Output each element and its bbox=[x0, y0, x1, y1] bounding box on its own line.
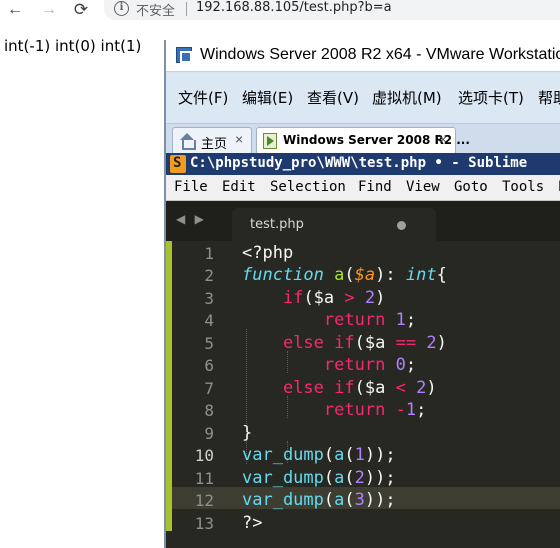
vmware-window: Windows Server 2008 R2 x64 - VMware Work… bbox=[164, 40, 560, 548]
menu-help[interactable]: 帮助 bbox=[538, 87, 560, 108]
tab-home[interactable]: 主页 × bbox=[172, 127, 252, 154]
tab-scroll-arrows[interactable]: ◀ ▶ bbox=[176, 212, 207, 226]
security-label[interactable]: 不安全 bbox=[136, 0, 175, 19]
smenu-edit[interactable]: Edit bbox=[222, 179, 256, 195]
code-line[interactable]: var_dump(a(1)); bbox=[242, 445, 396, 465]
code-line[interactable]: var_dump(a(3)); bbox=[242, 490, 396, 510]
smenu-view[interactable]: View bbox=[406, 179, 440, 195]
smenu-tools[interactable]: Tools bbox=[502, 179, 544, 195]
line-number: 6 bbox=[204, 356, 214, 375]
code-line[interactable]: } bbox=[242, 423, 252, 443]
code-line[interactable]: else if($a == 2) bbox=[242, 333, 447, 353]
menu-vm[interactable]: 虚拟机(M) bbox=[372, 87, 442, 108]
line-number: 12 bbox=[194, 491, 214, 510]
tab-windows-server[interactable]: Windows Server 2008 R2 ... × bbox=[256, 127, 470, 154]
code-line[interactable]: if($a > 2) bbox=[242, 288, 385, 308]
code-line[interactable]: function a($a): int{ bbox=[242, 265, 447, 285]
home-icon bbox=[179, 133, 196, 150]
unsaved-dot-icon[interactable] bbox=[397, 221, 406, 230]
menu-view[interactable]: 查看(V) bbox=[307, 87, 359, 108]
menu-file[interactable]: 文件(F) bbox=[178, 87, 228, 108]
line-number: 1 bbox=[204, 244, 214, 263]
sublime-title-bar[interactable]: C:\phpstudy_pro\WWW\test.php • - Sublime bbox=[166, 153, 560, 175]
smenu-selection[interactable]: Selection bbox=[270, 179, 346, 195]
modified-lines-marker bbox=[166, 241, 172, 531]
tab-home-label: 主页 bbox=[201, 137, 228, 152]
code-line[interactable]: return -1; bbox=[242, 400, 426, 420]
menu-edit[interactable]: 编辑(E) bbox=[242, 87, 293, 108]
vmware-menu-bar: 文件(F) 编辑(E) 查看(V) 虚拟机(M) 选项卡(T) 帮助 bbox=[166, 73, 560, 123]
line-number: 2 bbox=[204, 266, 214, 285]
line-number: 8 bbox=[204, 401, 214, 420]
code-line[interactable]: <?php bbox=[242, 243, 293, 263]
address-divider bbox=[186, 2, 187, 16]
menu-tabs[interactable]: 选项卡(T) bbox=[458, 87, 524, 108]
line-number: 5 bbox=[204, 334, 214, 353]
page-output-text: int(-1) int(0) int(1) bbox=[4, 37, 142, 55]
address-bar[interactable]: i 不安全 192.168.88.105/test.php?b=a bbox=[104, 0, 560, 20]
code-line[interactable]: ?> bbox=[242, 513, 262, 533]
line-number: 4 bbox=[204, 311, 214, 330]
line-number: 9 bbox=[204, 424, 214, 443]
line-number: 11 bbox=[194, 469, 214, 488]
forward-arrow-icon[interactable]: → bbox=[38, 0, 60, 20]
close-icon[interactable]: × bbox=[439, 131, 447, 147]
vmware-tab-strip: 主页 × Windows Server 2008 R2 ... × bbox=[166, 123, 560, 154]
sublime-app-icon bbox=[170, 155, 186, 173]
editor-tab-bar: ◀ ▶ test.php bbox=[166, 201, 560, 241]
sublime-title: C:\phpstudy_pro\WWW\test.php • - Sublime bbox=[190, 155, 528, 171]
browser-toolbar: ← → ⟳ i 不安全 192.168.88.105/test.php?b=a bbox=[0, 0, 560, 24]
vm-powered-on-icon bbox=[263, 133, 277, 149]
line-number-current: 10 bbox=[194, 446, 214, 465]
code-line[interactable]: return 1; bbox=[242, 310, 416, 330]
reload-icon[interactable]: ⟳ bbox=[70, 0, 92, 20]
code-line[interactable]: return 0; bbox=[242, 355, 416, 375]
line-number: 13 bbox=[194, 514, 214, 533]
sublime-menu-bar: File Edit Selection Find View Goto Tools… bbox=[166, 175, 560, 201]
code-line[interactable]: var_dump(a(2)); bbox=[242, 468, 396, 488]
url-text[interactable]: 192.168.88.105/test.php?b=a bbox=[196, 0, 392, 15]
line-number: 3 bbox=[204, 289, 214, 308]
close-icon[interactable]: × bbox=[235, 131, 243, 147]
file-tab-test-php[interactable]: test.php bbox=[232, 208, 436, 241]
vmware-title-bar[interactable]: Windows Server 2008 R2 x64 - VMware Work… bbox=[166, 40, 560, 72]
code-line[interactable]: else if($a < 2) bbox=[242, 378, 437, 398]
line-number: 7 bbox=[204, 379, 214, 398]
smenu-find[interactable]: Find bbox=[358, 179, 392, 195]
smenu-file[interactable]: File bbox=[174, 179, 208, 195]
back-arrow-icon[interactable]: ← bbox=[4, 0, 26, 20]
sublime-editor: ◀ ▶ test.php 1 2 3 4 5 6 7 8 9 10 11 12 … bbox=[166, 201, 560, 548]
vmware-app-icon bbox=[176, 47, 192, 63]
file-tab-label: test.php bbox=[250, 217, 304, 232]
vmware-title: Windows Server 2008 R2 x64 - VMware Work… bbox=[200, 46, 560, 63]
info-icon[interactable]: i bbox=[114, 1, 129, 16]
smenu-goto[interactable]: Goto bbox=[454, 179, 488, 195]
